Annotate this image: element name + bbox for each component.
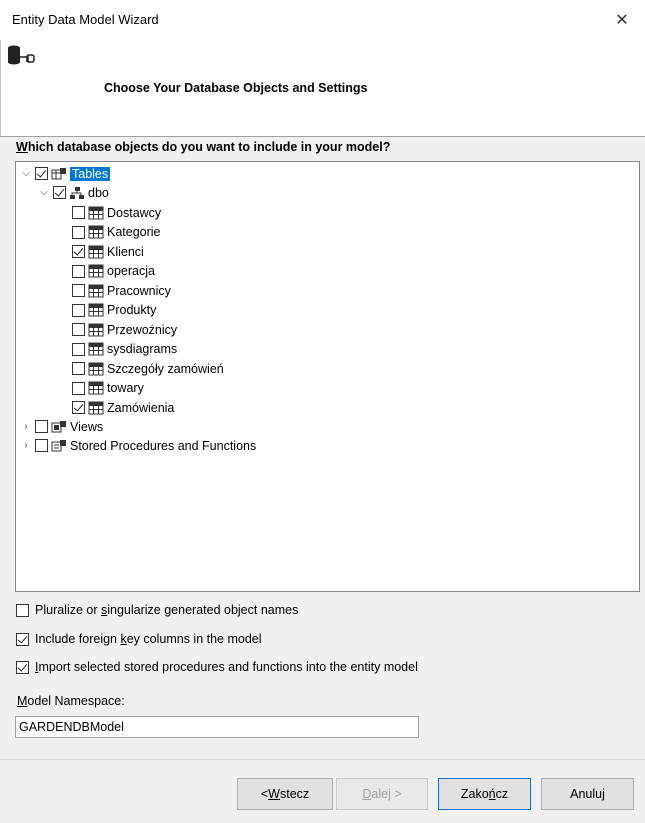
table-icon (88, 381, 104, 395)
table-icon (88, 303, 104, 317)
schema-icon (70, 186, 84, 199)
tree-node-table[interactable]: sysdiagrams (72, 340, 177, 359)
dbo-checkbox[interactable] (53, 186, 66, 199)
tree-node-table[interactable]: Zamówienia (72, 398, 174, 417)
table-checkbox[interactable] (72, 362, 85, 375)
footer-divider (0, 759, 645, 760)
objects-question-label: Which database objects do you want to in… (16, 140, 391, 154)
table-icon (88, 362, 104, 375)
tables-folder-icon (51, 167, 66, 179)
stored-procedures-checkbox[interactable] (35, 439, 48, 452)
table-name[interactable]: Produkty (107, 303, 156, 317)
tree-node-table[interactable]: operacja (72, 262, 155, 281)
import-procedures-checkbox[interactable] (16, 660, 29, 674)
table-icon (88, 264, 104, 278)
model-namespace-label: Model Namespace: (17, 694, 125, 708)
table-checkbox[interactable] (72, 245, 85, 258)
pluralize-checkbox[interactable] (16, 603, 29, 617)
chevron-right-icon[interactable]: › (20, 440, 32, 452)
table-name[interactable]: Klienci (107, 245, 144, 259)
table-checkbox[interactable] (72, 225, 85, 239)
close-icon: ✕ (615, 12, 629, 29)
table-checkbox[interactable] (72, 401, 85, 414)
table-checkbox[interactable] (72, 303, 85, 317)
window-title: Entity Data Model Wizard (12, 12, 159, 27)
foreign-keys-label: Include foreign key columns in the model (35, 632, 262, 646)
table-icon (88, 401, 104, 414)
dbo-label[interactable]: dbo (88, 186, 109, 200)
views-folder-icon (51, 420, 66, 432)
table-name[interactable]: Dostawcy (107, 206, 161, 220)
table-icon (88, 206, 104, 219)
tree-node-table[interactable]: Klienci (72, 242, 144, 261)
views-checkbox[interactable] (35, 420, 48, 433)
tree-node-table[interactable]: towary (72, 379, 144, 398)
table-checkbox[interactable] (72, 264, 85, 278)
table-name[interactable]: sysdiagrams (107, 342, 177, 356)
chevron-right-icon[interactable]: › (20, 421, 32, 433)
table-checkbox[interactable] (72, 323, 85, 336)
tree-node-table[interactable]: Kategorie (72, 223, 161, 242)
table-icon (88, 225, 104, 239)
table-name[interactable]: Zamówienia (107, 401, 174, 415)
database-icon (8, 45, 35, 65)
model-namespace-input[interactable] (15, 716, 419, 738)
table-checkbox[interactable] (72, 206, 85, 219)
table-icon (88, 342, 104, 356)
tree-node-table[interactable]: Przewoźnicy (72, 320, 177, 339)
finish-button[interactable]: Zako ń cz (438, 778, 531, 810)
table-checkbox[interactable] (72, 381, 85, 395)
cancel-button[interactable]: Anuluj (541, 778, 634, 810)
next-button[interactable]: Dalej > (336, 778, 428, 810)
import-procedures-option[interactable]: Import selected stored procedures and fu… (16, 660, 418, 674)
table-icon (88, 323, 104, 336)
tree-node-tables[interactable]: ⌵ Tables (20, 164, 111, 183)
table-checkbox[interactable] (72, 342, 85, 356)
tables-label[interactable]: Tables (70, 166, 111, 181)
database-objects-tree[interactable]: ⌵ Tables ⌵ dbo Dostawcy Kategorie Klienci o… (15, 161, 640, 592)
header-border (0, 40, 1, 136)
close-button[interactable]: ✕ (607, 6, 637, 34)
pluralize-label: Pluralize or singularize generated objec… (35, 603, 299, 617)
foreign-keys-checkbox[interactable] (16, 632, 29, 646)
table-icon (88, 245, 104, 258)
pluralize-option[interactable]: Pluralize or singularize generated objec… (16, 603, 298, 617)
import-procedures-label: Import selected stored procedures and fu… (35, 660, 418, 674)
table-checkbox[interactable] (72, 284, 85, 297)
table-name[interactable]: Pracownicy (107, 284, 171, 298)
views-label[interactable]: Views (70, 420, 103, 434)
table-name[interactable]: Kategorie (107, 225, 161, 239)
stored-procedures-label[interactable]: Stored Procedures and Functions (70, 439, 256, 453)
table-name[interactable]: Przewoźnicy (107, 323, 177, 337)
tree-node-table[interactable]: Szczegóły zamówień (72, 359, 224, 378)
tree-node-table[interactable]: Pracownicy (72, 281, 171, 300)
table-icon (88, 284, 104, 297)
table-name[interactable]: Szczegóły zamówień (107, 362, 224, 376)
foreign-keys-option[interactable]: Include foreign key columns in the model (16, 632, 262, 646)
tree-node-dbo[interactable]: ⌵ dbo (38, 183, 109, 202)
chevron-down-icon[interactable]: ⌵ (20, 168, 32, 180)
chevron-down-icon[interactable]: ⌵ (38, 187, 50, 199)
tree-node-views[interactable]: › Views (20, 417, 103, 436)
tree-node-table[interactable]: Produkty (72, 301, 156, 320)
tree-node-table[interactable]: Dostawcy (72, 203, 161, 222)
tree-node-stored-procedures[interactable]: › Stored Procedures and Functions (20, 436, 256, 455)
table-name[interactable]: operacja (107, 264, 155, 278)
back-button[interactable]: < Wstecz (237, 778, 333, 810)
tables-checkbox[interactable] (35, 167, 48, 180)
page-heading: Choose Your Database Objects and Setting… (104, 81, 368, 95)
table-name[interactable]: towary (107, 381, 144, 395)
stored-procedures-folder-icon (51, 439, 66, 451)
